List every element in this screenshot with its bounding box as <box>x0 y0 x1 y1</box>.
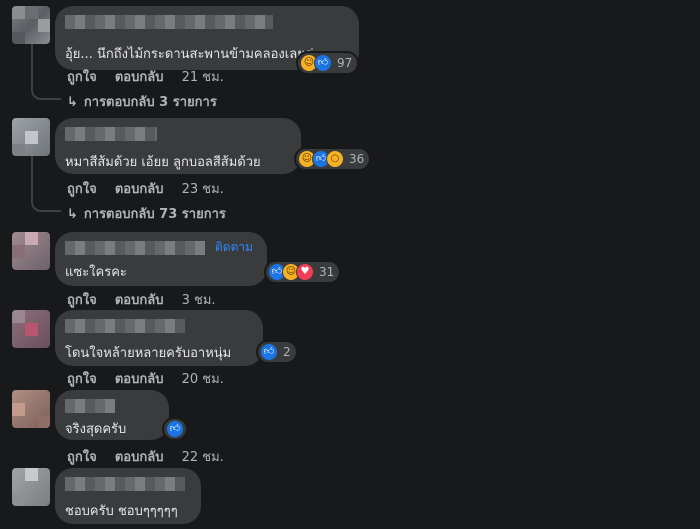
reply-link[interactable]: ตอบกลับ <box>115 372 164 387</box>
comment-actions: ถูกใจ ตอบกลับ 3 ชม. <box>67 289 230 310</box>
comment-text: อุ้ย... นึกถึงไม้กระดานสะพานข้ามคลองเลยค… <box>65 47 321 62</box>
reply-link[interactable]: ตอบกลับ <box>115 293 164 308</box>
replies-label: การตอบกลับ 3 รายการ <box>83 95 217 110</box>
timestamp[interactable]: 20 ชม. <box>182 372 224 387</box>
comment-bubble: โดนใจหล้ายหลายครับอาหนุ่ม <box>55 310 263 366</box>
replies-label: การตอบกลับ 73 รายการ <box>83 207 226 222</box>
reaction-count: 97 <box>337 56 353 70</box>
reply-link[interactable]: ตอบกลับ <box>115 70 164 85</box>
thread-elbow <box>31 86 61 100</box>
view-replies-link[interactable]: ↳ การตอบกลับ 73 รายการ <box>67 203 226 224</box>
comment-bubble: ชอบครับ ชอบๆๆๆๆๆ <box>55 468 201 524</box>
thread-line <box>31 156 33 198</box>
reaction-summary[interactable]: 👍︎ <box>164 419 186 439</box>
like-link[interactable]: ถูกใจ <box>67 293 97 308</box>
reaction-summary[interactable]: 👍︎ 2 <box>258 342 296 362</box>
timestamp[interactable]: 21 ชม. <box>182 70 224 85</box>
avatar[interactable] <box>12 118 50 156</box>
comment-actions: ถูกใจ ตอบกลับ 23 ชม. <box>67 178 238 199</box>
reaction-count: 36 <box>349 152 365 166</box>
comment-actions: ถูกใจ ตอบกลับ 22 ชม. <box>67 446 238 467</box>
reaction-count: 2 <box>283 345 291 359</box>
blurred-author-name[interactable] <box>65 241 205 255</box>
like-link[interactable]: ถูกใจ <box>67 450 97 465</box>
thread-elbow <box>31 198 61 212</box>
comment-text: โดนใจหล้ายหลายครับอาหนุ่ม <box>65 346 232 361</box>
reply-arrow-icon: ↳ <box>67 207 78 222</box>
comment-text: จริงสุดครับ <box>65 422 127 437</box>
reaction-summary[interactable]: ☺ 👍︎ ○ 36 <box>296 149 370 169</box>
avatar[interactable] <box>12 390 50 428</box>
like-link[interactable]: ถูกใจ <box>67 182 97 197</box>
timestamp[interactable]: 3 ชม. <box>182 293 216 308</box>
comment-text: ชอบครับ ชอบๆๆๆๆๆ <box>65 504 178 519</box>
blurred-author-name[interactable] <box>65 127 157 141</box>
love-reaction-icon: ♥ <box>296 263 314 281</box>
reply-arrow-icon: ↳ <box>67 95 78 110</box>
avatar[interactable] <box>12 6 50 44</box>
timestamp[interactable]: 22 ชม. <box>182 450 224 465</box>
comment-bubble: ติดตาม แซะใครคะ <box>55 232 267 286</box>
reply-link[interactable]: ตอบกลับ <box>115 182 164 197</box>
follow-link[interactable]: ติดตาม <box>215 238 253 257</box>
view-replies-link[interactable]: ↳ การตอบกลับ 3 รายการ <box>67 91 217 112</box>
like-reaction-icon: 👍︎ <box>166 420 184 438</box>
avatar[interactable] <box>12 232 50 270</box>
reply-link[interactable]: ตอบกลับ <box>115 450 164 465</box>
comment-bubble: จริงสุดครับ <box>55 390 169 440</box>
reaction-count: 31 <box>319 265 335 279</box>
blurred-author-name[interactable] <box>65 399 115 413</box>
avatar[interactable] <box>12 468 50 506</box>
wow-reaction-icon: ○ <box>326 150 344 168</box>
blurred-author-name[interactable] <box>65 319 185 333</box>
thread-line <box>31 44 33 86</box>
like-link[interactable]: ถูกใจ <box>67 70 97 85</box>
reaction-summary[interactable]: 👍︎ ☺ ♥ 31 <box>266 262 340 282</box>
like-reaction-icon: 👍︎ <box>260 343 278 361</box>
comment-actions: ถูกใจ ตอบกลับ 20 ชม. <box>67 368 238 389</box>
blurred-author-name[interactable] <box>65 477 185 491</box>
blurred-author-name[interactable] <box>65 15 273 29</box>
like-link[interactable]: ถูกใจ <box>67 372 97 387</box>
comment-text: แซะใครคะ <box>65 265 127 280</box>
reaction-summary[interactable]: ☺ 👍︎ 97 <box>298 53 358 73</box>
timestamp[interactable]: 23 ชม. <box>182 182 224 197</box>
like-reaction-icon: 👍︎ <box>314 54 332 72</box>
comment-text: หมาสีส้มด้วย เอ้ยย ลูกบอลสีส้มด้วย <box>65 155 261 170</box>
avatar[interactable] <box>12 310 50 348</box>
comment-actions: ถูกใจ ตอบกลับ 21 ชม. <box>67 66 238 87</box>
comment-bubble: หมาสีส้มด้วย เอ้ยย ลูกบอลสีส้มด้วย <box>55 118 301 174</box>
